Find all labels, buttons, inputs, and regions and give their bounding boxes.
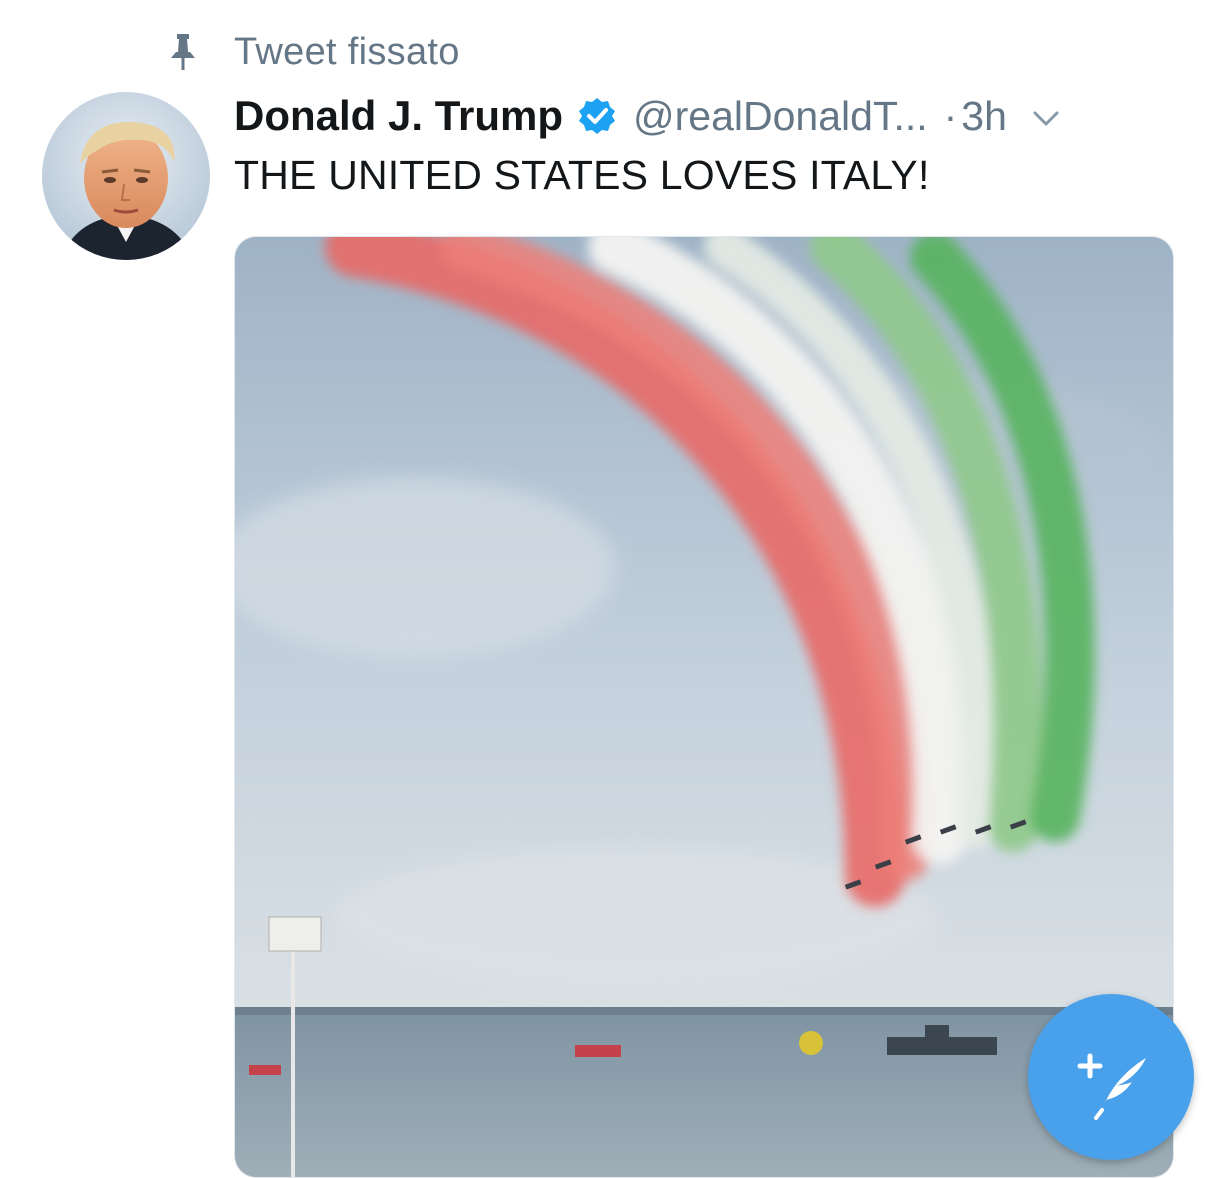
tweet-timestamp[interactable]: 3h xyxy=(961,93,1007,140)
tweet-media-video[interactable] xyxy=(234,236,1174,1178)
verified-badge-icon xyxy=(577,96,617,136)
author-handle[interactable]: @realDonaldT... xyxy=(633,93,928,140)
author-name[interactable]: Donald J. Trump xyxy=(234,92,563,140)
pin-icon xyxy=(168,32,198,72)
pinned-indicator: Tweet fissato xyxy=(168,28,460,76)
chevron-down-icon[interactable] xyxy=(1029,102,1063,136)
pinned-label: Tweet fissato xyxy=(234,30,460,73)
compose-tweet-icon xyxy=(1077,1053,1146,1120)
tweet-header: Donald J. Trump @realDonaldT... · 3h xyxy=(234,86,1063,146)
tweet-text: THE UNITED STATES LOVES ITALY! xyxy=(234,152,930,198)
separator-dot: · xyxy=(943,92,958,139)
compose-tweet-button[interactable] xyxy=(1028,994,1194,1160)
avatar[interactable] xyxy=(42,92,210,260)
